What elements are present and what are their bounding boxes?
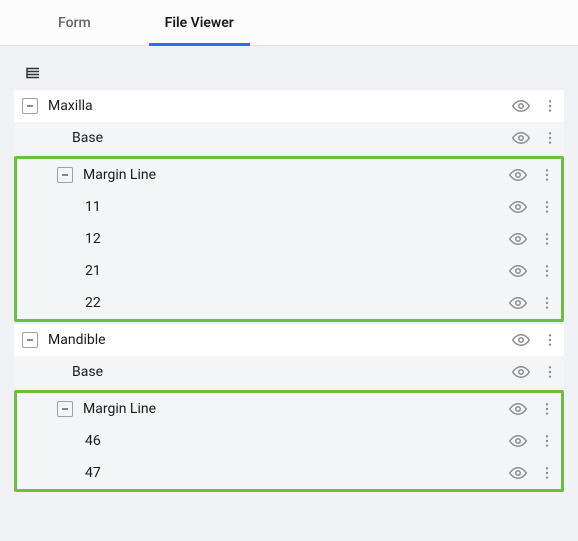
more-menu-icon[interactable]: [539, 433, 555, 449]
collapse-icon[interactable]: [22, 98, 38, 114]
collapse-icon[interactable]: [22, 332, 38, 348]
tree-leaf[interactable]: 12: [17, 223, 561, 255]
tree-node-base[interactable]: Base: [14, 356, 564, 388]
tree-node-label: Margin Line: [73, 401, 509, 417]
visibility-icon[interactable]: [509, 166, 527, 184]
visibility-icon[interactable]: [509, 294, 527, 312]
list-view-icon[interactable]: [24, 64, 562, 82]
visibility-icon[interactable]: [509, 432, 527, 450]
tree-node-label: Mandible: [38, 332, 512, 348]
tree-node-mandible[interactable]: Mandible: [14, 324, 564, 356]
tree-node-label: 46: [85, 433, 509, 449]
more-menu-icon[interactable]: [542, 364, 558, 380]
highlighted-group-mandible-margin: Margin Line 46 47: [14, 390, 564, 492]
tab-bar: Form File Viewer: [0, 0, 578, 46]
visibility-icon[interactable]: [509, 400, 527, 418]
more-menu-icon[interactable]: [542, 332, 558, 348]
tree: Maxilla Base Margin Lin: [0, 90, 578, 514]
tree-node-label: 21: [85, 263, 509, 279]
more-menu-icon[interactable]: [539, 295, 555, 311]
tab-file-viewer[interactable]: File Viewer: [149, 1, 250, 45]
tree-leaf[interactable]: 11: [17, 191, 561, 223]
more-menu-icon[interactable]: [539, 199, 555, 215]
tab-form[interactable]: Form: [42, 1, 107, 45]
more-menu-icon[interactable]: [539, 401, 555, 417]
tree-node-maxilla[interactable]: Maxilla: [14, 90, 564, 122]
tree-node-label: 47: [85, 465, 509, 481]
tree-leaf[interactable]: 22: [17, 287, 561, 319]
collapse-icon[interactable]: [57, 167, 73, 183]
tree-node-label: Margin Line: [73, 167, 509, 183]
tree-node-label: Maxilla: [38, 98, 512, 114]
more-menu-icon[interactable]: [542, 130, 558, 146]
highlighted-group-maxilla-margin: Margin Line 11 12: [14, 156, 564, 322]
tree-node-label: 12: [85, 231, 509, 247]
tree-node-margin-line[interactable]: Margin Line: [17, 393, 561, 425]
visibility-icon[interactable]: [509, 198, 527, 216]
visibility-icon[interactable]: [509, 262, 527, 280]
more-menu-icon[interactable]: [539, 465, 555, 481]
tree-leaf[interactable]: 46: [17, 425, 561, 457]
visibility-icon[interactable]: [509, 230, 527, 248]
tree-leaf[interactable]: 47: [17, 457, 561, 489]
more-menu-icon[interactable]: [539, 231, 555, 247]
collapse-icon[interactable]: [57, 401, 73, 417]
tree-node-label: 22: [85, 295, 509, 311]
tree-leaf[interactable]: 21: [17, 255, 561, 287]
toolbar: [0, 46, 578, 90]
more-menu-icon[interactable]: [542, 98, 558, 114]
visibility-icon[interactable]: [512, 331, 530, 349]
more-menu-icon[interactable]: [539, 263, 555, 279]
visibility-icon[interactable]: [512, 97, 530, 115]
visibility-icon[interactable]: [512, 363, 530, 381]
tree-node-base[interactable]: Base: [14, 122, 564, 154]
tree-node-label: Base: [38, 364, 512, 380]
tree-node-label: 11: [85, 199, 509, 215]
tree-node-label: Base: [38, 130, 512, 146]
visibility-icon[interactable]: [509, 464, 527, 482]
more-menu-icon[interactable]: [539, 167, 555, 183]
tree-node-margin-line[interactable]: Margin Line: [17, 159, 561, 191]
visibility-icon[interactable]: [512, 129, 530, 147]
